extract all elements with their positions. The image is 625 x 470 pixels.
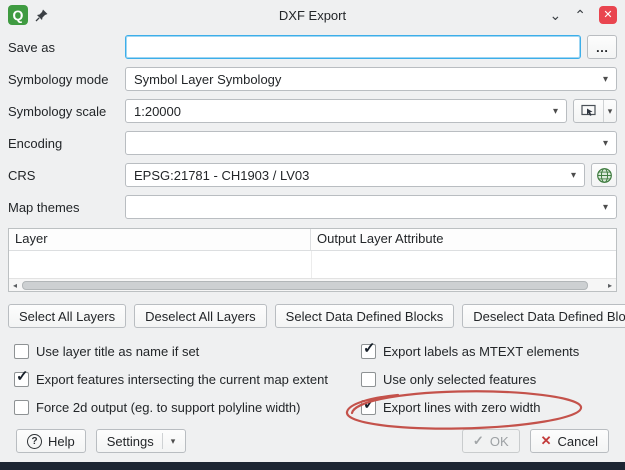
button-divider xyxy=(162,433,163,449)
save-as-label: Save as xyxy=(8,40,125,55)
scroll-right-icon[interactable]: ▸ xyxy=(604,279,616,292)
cancel-button[interactable]: ✕ Cancel xyxy=(530,429,609,453)
crs-globe-icon xyxy=(596,167,613,184)
checkbox-use-layer-title[interactable]: ✓ Use layer title as name if set xyxy=(14,344,361,359)
map-themes-row: Map themes ▾ xyxy=(8,196,617,218)
save-as-input[interactable] xyxy=(125,35,581,59)
help-icon: ? xyxy=(27,434,42,449)
pin-icon[interactable] xyxy=(34,8,49,23)
checkbox-box[interactable]: ✓ xyxy=(14,400,29,415)
select-crs-button[interactable] xyxy=(591,163,617,187)
chevron-down-icon: ▾ xyxy=(603,202,608,213)
encoding-row: Encoding ▾ xyxy=(8,132,617,154)
ok-button[interactable]: ✓ OK xyxy=(462,429,520,453)
column-header-output-layer-attribute[interactable]: Output Layer Attribute xyxy=(311,229,616,250)
help-label: Help xyxy=(48,434,75,449)
ok-label: OK xyxy=(490,434,509,449)
options-checkboxes: ✓ Use layer title as name if set ✓ Expor… xyxy=(8,342,617,415)
checkbox-label: Use only selected features xyxy=(383,372,536,387)
scrollbar-thumb[interactable] xyxy=(22,281,588,290)
symbology-mode-value: Symbol Layer Symbology xyxy=(134,72,281,87)
save-as-row: Save as … xyxy=(8,36,617,58)
chevron-down-icon: ▾ xyxy=(571,170,576,181)
horizontal-scrollbar[interactable]: ◂ ▸ xyxy=(9,278,616,291)
chevron-down-icon: ▾ xyxy=(553,106,558,117)
bottom-strip xyxy=(0,462,625,470)
help-button[interactable]: ? Help xyxy=(16,429,86,453)
layer-buttons-row: Select All Layers Deselect All Layers Se… xyxy=(8,304,617,328)
ok-check-icon: ✓ xyxy=(473,433,484,449)
dxf-export-dialog: Q DXF Export ⌄ ⌃ ✕ Save as … Symbology m… xyxy=(0,0,625,470)
chevron-down-icon: ▾ xyxy=(603,74,608,85)
crs-row: CRS EPSG:21781 - CH1903 / LV03 ▾ xyxy=(8,164,617,186)
encoding-label: Encoding xyxy=(8,136,125,151)
crs-value: EPSG:21781 - CH1903 / LV03 xyxy=(134,168,309,183)
checkbox-box[interactable]: ✓ xyxy=(361,400,376,415)
checkbox-box[interactable]: ✓ xyxy=(14,344,29,359)
checkbox-label: Export features intersecting the current… xyxy=(36,372,328,387)
symbology-scale-value: 1:20000 xyxy=(134,104,181,119)
scale-picker-icon xyxy=(574,100,603,122)
checkbox-label: Export lines with zero width xyxy=(383,400,541,415)
crs-select[interactable]: EPSG:21781 - CH1903 / LV03 ▾ xyxy=(125,163,585,187)
crs-label: CRS xyxy=(8,168,125,183)
symbology-scale-label: Symbology scale xyxy=(8,104,125,119)
select-data-defined-blocks-button[interactable]: Select Data Defined Blocks xyxy=(275,304,455,328)
map-themes-select[interactable]: ▾ xyxy=(125,195,617,219)
chevron-down-icon: ▾ xyxy=(171,436,176,447)
scroll-left-icon[interactable]: ◂ xyxy=(9,279,21,292)
layers-table: Layer Output Layer Attribute ◂ ▸ xyxy=(8,228,617,292)
table-header: Layer Output Layer Attribute xyxy=(9,229,616,251)
settings-button[interactable]: Settings ▾ xyxy=(96,429,187,453)
settings-label: Settings xyxy=(107,434,154,449)
dialog-content: Save as … Symbology mode Symbol Layer Sy… xyxy=(0,30,625,453)
chevron-down-icon[interactable]: ▾ xyxy=(603,100,616,122)
column-divider xyxy=(311,251,312,278)
maximize-icon[interactable]: ⌃ xyxy=(574,8,586,22)
encoding-select[interactable]: ▾ xyxy=(125,131,617,155)
select-all-layers-button[interactable]: Select All Layers xyxy=(8,304,126,328)
symbology-mode-select[interactable]: Symbol Layer Symbology ▾ xyxy=(125,67,617,91)
deselect-data-defined-blocks-button[interactable]: Deselect Data Defined Blocks xyxy=(462,304,625,328)
checkbox-box[interactable]: ✓ xyxy=(361,344,376,359)
checkbox-export-labels-mtext[interactable]: ✓ Export labels as MTEXT elements xyxy=(361,344,617,359)
window-controls: ⌄ ⌃ ✕ xyxy=(550,6,617,24)
column-header-layer[interactable]: Layer xyxy=(9,229,311,250)
deselect-all-layers-button[interactable]: Deselect All Layers xyxy=(134,304,267,328)
symbology-scale-select[interactable]: 1:20000 ▾ xyxy=(125,99,567,123)
symbology-mode-row: Symbology mode Symbol Layer Symbology ▾ xyxy=(8,68,617,90)
dialog-footer: ? Help Settings ▾ ✓ OK ✕ Cancel xyxy=(8,427,617,453)
checkbox-export-features-intersecting[interactable]: ✓ Export features intersecting the curre… xyxy=(14,372,361,387)
checkbox-box[interactable]: ✓ xyxy=(361,372,376,387)
set-scale-from-map-button[interactable]: ▾ xyxy=(573,99,617,123)
window-title: DXF Export xyxy=(0,8,625,23)
qgis-logo-icon: Q xyxy=(8,5,28,25)
checkbox-export-lines-zero-width[interactable]: ✓ Export lines with zero width xyxy=(361,400,617,415)
titlebar[interactable]: Q DXF Export ⌄ ⌃ ✕ xyxy=(0,0,625,30)
symbology-mode-label: Symbology mode xyxy=(8,72,125,87)
symbology-scale-row: Symbology scale 1:20000 ▾ ▾ xyxy=(8,100,617,122)
checkbox-label: Use layer title as name if set xyxy=(36,344,199,359)
cancel-label: Cancel xyxy=(558,434,598,449)
checkbox-box[interactable]: ✓ xyxy=(14,372,29,387)
close-icon[interactable]: ✕ xyxy=(599,6,617,24)
browse-button[interactable]: … xyxy=(587,35,617,59)
table-body[interactable] xyxy=(9,251,616,278)
checkbox-label: Force 2d output (eg. to support polyline… xyxy=(36,400,300,415)
map-themes-label: Map themes xyxy=(8,200,125,215)
chevron-down-icon: ▾ xyxy=(603,138,608,149)
checkbox-force-2d-output[interactable]: ✓ Force 2d output (eg. to support polyli… xyxy=(14,400,361,415)
cancel-x-icon: ✕ xyxy=(541,433,552,449)
scrollbar-track[interactable] xyxy=(21,281,604,290)
checkbox-label: Export labels as MTEXT elements xyxy=(383,344,579,359)
checkbox-use-only-selected[interactable]: ✓ Use only selected features xyxy=(361,372,617,387)
minimize-icon[interactable]: ⌄ xyxy=(550,8,562,22)
